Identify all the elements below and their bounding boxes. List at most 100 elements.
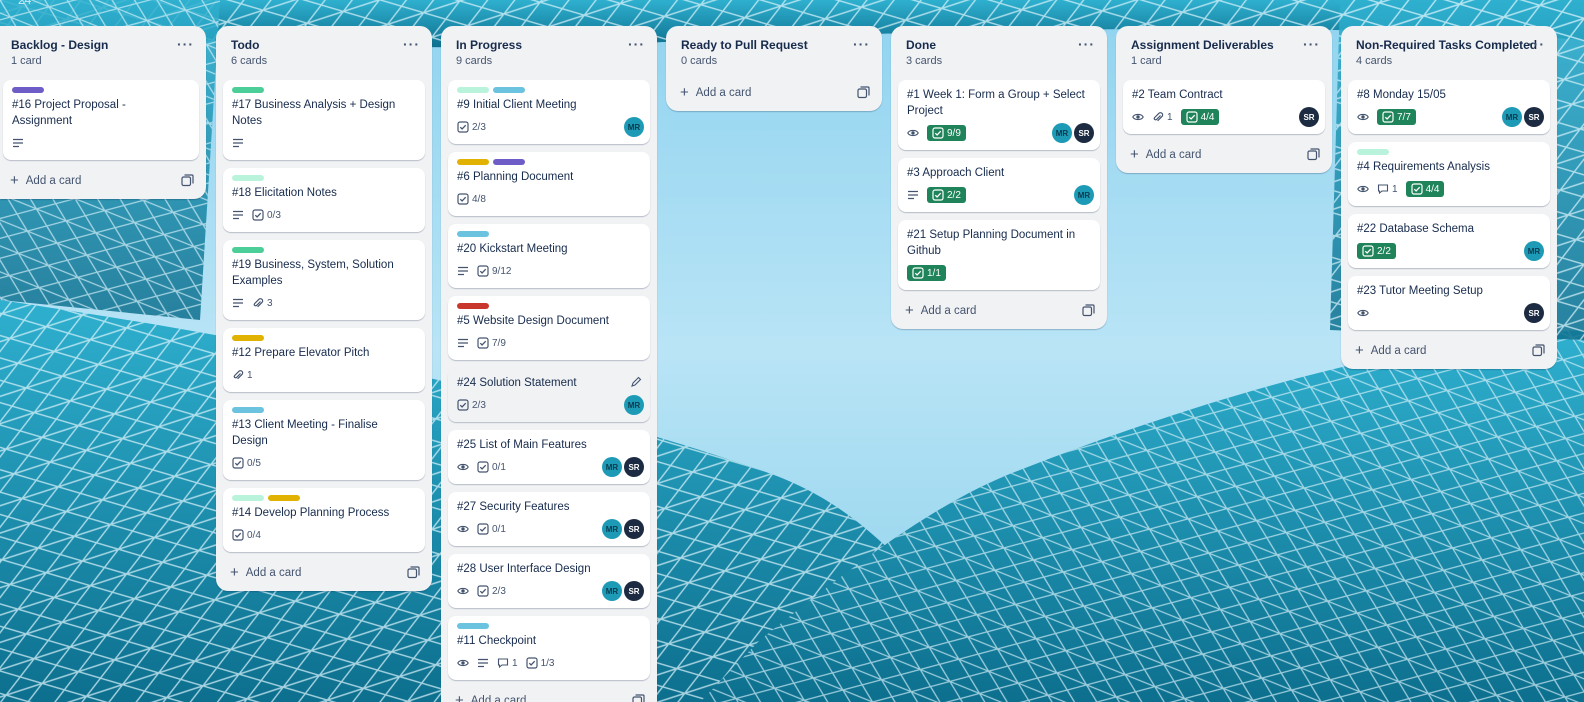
avatar[interactable]: SR: [624, 457, 644, 477]
list-menu-icon[interactable]: ···: [1303, 36, 1320, 52]
card-template-icon[interactable]: [1307, 148, 1320, 161]
card[interactable]: #24 Solution Statement 2/3 MR: [448, 368, 650, 422]
list-menu-icon[interactable]: ···: [177, 36, 194, 52]
avatar[interactable]: SR: [624, 519, 644, 539]
card[interactable]: #2 Team Contract 1 4/4 SR: [1123, 80, 1325, 134]
card[interactable]: #8 Monday 15/05 7/7 MR SR: [1348, 80, 1550, 134]
list-title[interactable]: In Progress: [456, 38, 643, 53]
label-teal[interactable]: [457, 231, 489, 237]
card-template-icon[interactable]: [407, 566, 420, 579]
avatar[interactable]: SR: [1524, 303, 1544, 323]
card[interactable]: #4 Requirements Analysis 1 4/4: [1348, 142, 1550, 206]
card-template-icon[interactable]: [857, 86, 870, 99]
card[interactable]: #27 Security Features 0/1 MR SR: [448, 492, 650, 546]
label-purple[interactable]: [12, 87, 44, 93]
card[interactable]: #11 Checkpoint 1 1/3: [448, 616, 650, 680]
card-labels: [12, 87, 190, 93]
add-card-button[interactable]: + Add a card: [680, 85, 751, 100]
edit-pencil-icon[interactable]: [630, 375, 642, 387]
avatar[interactable]: MR: [1502, 107, 1522, 127]
list-title[interactable]: Assignment Deliverables: [1131, 38, 1318, 53]
card[interactable]: #6 Planning Document 4/8: [448, 152, 650, 216]
card[interactable]: #3 Approach Client 2/2 MR: [898, 158, 1100, 212]
avatar[interactable]: SR: [1074, 123, 1094, 143]
list-menu-icon[interactable]: ···: [628, 36, 645, 52]
add-card-button[interactable]: + Add a card: [10, 173, 81, 188]
label-yellow[interactable]: [232, 335, 264, 341]
card[interactable]: #21 Setup Planning Document in Github 1/1: [898, 220, 1100, 290]
list-menu-icon[interactable]: ···: [1528, 36, 1545, 52]
card[interactable]: #17 Business Analysis + Design Notes: [223, 80, 425, 160]
card[interactable]: #14 Develop Planning Process 0/4: [223, 488, 425, 552]
label-teal[interactable]: [493, 87, 525, 93]
card-template-icon[interactable]: [1532, 344, 1545, 357]
avatar[interactable]: MR: [1052, 123, 1072, 143]
add-card-button[interactable]: + Add a card: [455, 693, 526, 702]
card[interactable]: #22 Database Schema 2/2 MR: [1348, 214, 1550, 268]
description-icon: [907, 189, 919, 201]
card-title: #22 Database Schema: [1357, 223, 1474, 235]
label-mint[interactable]: [232, 495, 264, 501]
card-title: #1 Week 1: Form a Group + Select Project: [907, 89, 1085, 117]
card[interactable]: #12 Prepare Elevator Pitch 1: [223, 328, 425, 392]
label-mint[interactable]: [1357, 149, 1389, 155]
avatar[interactable]: MR: [602, 457, 622, 477]
label-yellow[interactable]: [457, 159, 489, 165]
badge-text: 7/9: [492, 337, 506, 349]
card-title: #5 Website Design Document: [457, 315, 609, 327]
label-green[interactable]: [232, 87, 264, 93]
label-teal[interactable]: [232, 407, 264, 413]
card[interactable]: #19 Business, System, Solution Examples 3: [223, 240, 425, 320]
avatar[interactable]: MR: [1524, 241, 1544, 261]
avatar[interactable]: SR: [1524, 107, 1544, 127]
list-done: Done 3 cards ··· #1 Week 1: Form a Group + …: [891, 26, 1107, 329]
list-title[interactable]: Done: [906, 38, 1093, 53]
checklist-badge: 9/12: [477, 265, 511, 277]
card-template-icon[interactable]: [1082, 304, 1095, 317]
card[interactable]: #5 Website Design Document 7/9: [448, 296, 650, 360]
avatar[interactable]: MR: [624, 395, 644, 415]
label-mint[interactable]: [232, 175, 264, 181]
add-card-row: + Add a card: [1116, 142, 1332, 169]
badge-text: 1: [512, 657, 518, 669]
list-menu-icon[interactable]: ···: [403, 36, 420, 52]
card[interactable]: #25 List of Main Features 0/1 MR SR: [448, 430, 650, 484]
avatar[interactable]: SR: [1299, 107, 1319, 127]
card[interactable]: #23 Tutor Meeting Setup SR: [1348, 276, 1550, 330]
list-title[interactable]: Backlog - Design: [11, 38, 192, 53]
card[interactable]: #16 Project Proposal - Assignment: [3, 80, 199, 160]
card[interactable]: #28 User Interface Design 2/3 MR SR: [448, 554, 650, 608]
card[interactable]: #9 Initial Client Meeting 2/3 MR: [448, 80, 650, 144]
avatar[interactable]: MR: [1074, 185, 1094, 205]
attachment-badge: 3: [252, 297, 273, 309]
list-title[interactable]: Todo: [231, 38, 418, 53]
card[interactable]: #1 Week 1: Form a Group + Select Project…: [898, 80, 1100, 150]
add-card-button[interactable]: + Add a card: [905, 303, 976, 318]
card[interactable]: #20 Kickstart Meeting 9/12: [448, 224, 650, 288]
list-menu-icon[interactable]: ···: [853, 36, 870, 52]
label-yellow[interactable]: [268, 495, 300, 501]
add-card-button[interactable]: + Add a card: [1130, 147, 1201, 162]
avatar[interactable]: SR: [624, 581, 644, 601]
add-card-button[interactable]: + Add a card: [1355, 343, 1426, 358]
card-badges: 1 4/4: [1357, 179, 1541, 199]
card-badges: 1 4/4: [1132, 107, 1316, 127]
card[interactable]: #13 Client Meeting - Finalise Design 0/5: [223, 400, 425, 480]
card-template-icon[interactable]: [181, 174, 194, 187]
label-green[interactable]: [232, 247, 264, 253]
card-list: #1 Week 1: Form a Group + Select Project…: [891, 76, 1107, 290]
label-red[interactable]: [457, 303, 489, 309]
label-purple[interactable]: [493, 159, 525, 165]
list-menu-icon[interactable]: ···: [1078, 36, 1095, 52]
label-mint[interactable]: [457, 87, 489, 93]
card-title: #4 Requirements Analysis: [1357, 161, 1490, 173]
card[interactable]: #18 Elicitation Notes 0/3: [223, 168, 425, 232]
avatar[interactable]: MR: [624, 117, 644, 137]
list-title[interactable]: Ready to Pull Request: [681, 38, 868, 53]
avatar[interactable]: MR: [602, 519, 622, 539]
list-title[interactable]: Non-Required Tasks Completed: [1356, 38, 1543, 53]
card-template-icon[interactable]: [632, 694, 645, 702]
label-teal[interactable]: [457, 623, 489, 629]
avatar[interactable]: MR: [602, 581, 622, 601]
add-card-button[interactable]: + Add a card: [230, 565, 301, 580]
